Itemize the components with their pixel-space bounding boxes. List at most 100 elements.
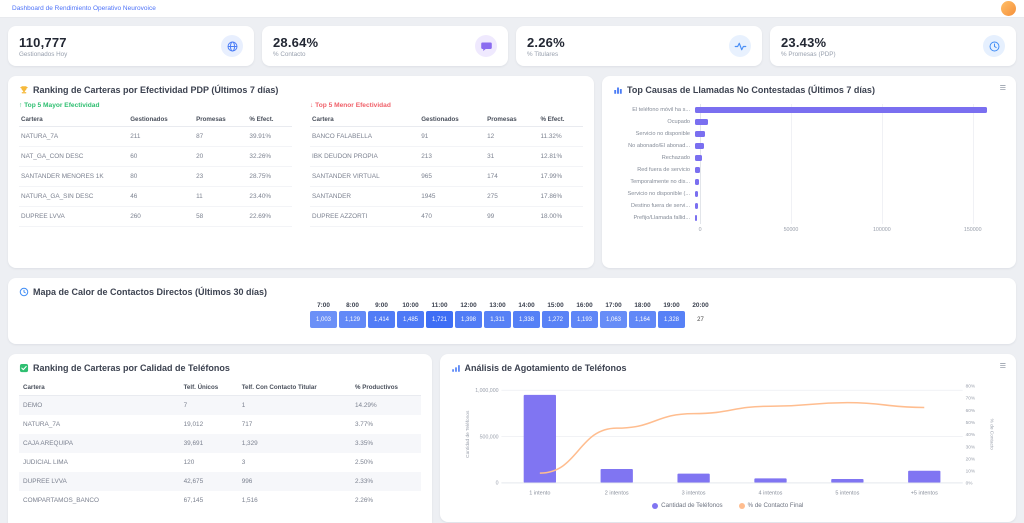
chart-bar-row: Ocupado [613,116,1005,128]
hour-label: 9:00 [375,302,388,309]
table-cell: 11 [194,187,247,207]
table-cell: 717 [238,415,351,434]
heatmap-cell: 1,063 [600,311,627,328]
legend-item-line[interactable]: % de Contacto Final [739,502,804,509]
category-label: No abonado/El abonad... [613,143,695,149]
efectividad-card: Ranking de Carteras por Efectividad PDP … [8,76,594,268]
x-tick-label: 4 intentos [758,490,782,496]
y2-tick-label: 60% [965,408,975,414]
hour-label: 15:00 [547,302,563,309]
category-label: Temporalmente no dis... [613,179,695,185]
y2-tick-label: 0% [965,481,973,487]
efectividad-card-title: Ranking de Carteras por Efectividad PDP … [19,85,583,95]
table-cell: SANTANDER [310,187,419,207]
table-row: DEMO7114.29% [19,396,421,416]
no-contestadas-chart: El teléfono móvil ha s...OcupadoServicio… [613,104,1005,237]
legend-label-line: % de Contacto Final [748,502,804,509]
heatmap-cell: 1,129 [339,311,366,328]
heatmap-column: 20:0027 [687,302,714,328]
table-cell: 18.00% [538,207,583,227]
top-mayor-section: ↑ Top 5 Mayor Efectividad CarteraGestion… [19,102,292,227]
y2-tick-label: 80% [965,384,975,390]
category-label: Destino fuera de servi... [613,203,695,209]
kpi-text: 110,777Gestionados Hoy [19,35,67,58]
heatmap-cell: 1,328 [658,311,685,328]
hour-label: 7:00 [317,302,330,309]
table-cell: 46 [128,187,194,207]
chart-legend: Cantidad de Teléfonos % de Contacto Fina… [451,502,1005,509]
table-cell: 39,691 [180,434,238,453]
kpi-text: 28.64%% Contacto [273,35,318,58]
hour-label: 20:00 [692,302,708,309]
legend-item-bars[interactable]: Cantidad de Teléfonos [652,502,722,509]
x-tick-label: 5 intentos [835,490,859,496]
chart-bar-row: Rechazado [613,152,1005,164]
bar [695,179,699,185]
table-cell: 20 [194,147,247,167]
hour-label: 14:00 [518,302,534,309]
table-cell: DUPREE AZZORTI [310,207,419,227]
bar [908,471,940,483]
dashboard-title-link[interactable]: Dashboard de Rendimiento Operativo Neuro… [12,5,156,12]
table-cell: 32.26% [247,147,292,167]
heatmap-column: 8:001,129 [339,302,366,328]
table-cell: 42,675 [180,472,238,491]
table-cell: 23.40% [247,187,292,207]
x-tick-label: 1 intento [529,490,550,496]
efectividad-tables: ↑ Top 5 Mayor Efectividad CarteraGestion… [19,102,583,227]
y-axis-label: Cantidad de Teléfonos [465,410,471,458]
chart-menu-icon[interactable]: ≡ [1000,361,1006,372]
table-cell: 174 [485,167,538,187]
table-cell: 17.99% [538,167,583,187]
column-header: Gestionados [128,113,194,127]
no-contestadas-card-title: Top Causas de Llamadas No Contestadas (Ú… [613,85,1005,95]
table-row: SANTANDER MENORES 1K802328.75% [19,167,292,187]
table-cell: 87 [194,127,247,147]
kpi-card: 23.43%% Promesas (PDP) [770,26,1016,66]
table-cell: 60 [128,147,194,167]
bar [677,474,709,483]
heatmap-column: 19:00 1,328 [658,302,685,328]
heatmap-cell: 1,272 [542,311,569,328]
table-row: NATURA_7A2118739.91% [19,127,292,147]
table-cell: 965 [419,167,485,187]
chart-menu-icon[interactable]: ≡ [1000,83,1006,94]
table-cell: JUDICIAL LIMA [19,453,180,472]
hour-label: 13:00 [489,302,505,309]
hour-label: 19:00 [663,302,679,309]
x-tick-label: 2 intentos [604,490,628,496]
column-header: % Efect. [247,113,292,127]
table-cell: 12 [485,127,538,147]
table-row: SANTANDER VIRTUAL96517417.99% [310,167,583,187]
axis-tick-label: 50000 [784,227,799,233]
heatmap-column: 10:001,485 [397,302,424,328]
heatmap-card-title: Mapa de Calor de Contactos Directos (Últ… [19,287,1005,297]
column-header: Telf. Con Contacto Titular [238,380,351,396]
category-label: Red fuera de servicio [613,167,695,173]
axis-tick-label: 150000 [964,227,982,233]
kpi-text: 23.43%% Promesas (PDP) [781,35,836,58]
y2-tick-label: 40% [965,432,975,438]
table-cell: 275 [485,187,538,207]
no-contestadas-title-text: Top Causas de Llamadas No Contestadas (Ú… [627,85,875,95]
hour-label: 12:00 [460,302,476,309]
table-cell: 2.50% [351,453,421,472]
globe-icon [221,35,243,57]
column-header: Gestionados [419,113,485,127]
table-cell: 1,516 [238,491,351,510]
y2-tick-label: 10% [965,469,975,475]
table-row: COMPARTAMOS_BANCO67,1451,5162.26% [19,491,421,510]
bar [695,215,697,221]
table-cell: 31 [485,147,538,167]
top-menor-label: ↓ Top 5 Menor Efectividad [310,102,583,109]
chart-bar-row: El teléfono móvil ha s... [613,104,1005,116]
heatmap-cell: 1,311 [484,311,511,328]
user-avatar[interactable] [1001,1,1016,16]
heatmap-column: 18:001,164 [629,302,656,328]
y-tick-label: 1,000,000 [475,388,498,394]
hour-label: 17:00 [605,302,621,309]
column-header: % Efect. [538,113,583,127]
y2-tick-label: 20% [965,456,975,462]
column-header: Cartera [19,380,180,396]
y2-tick-label: 30% [965,444,975,450]
